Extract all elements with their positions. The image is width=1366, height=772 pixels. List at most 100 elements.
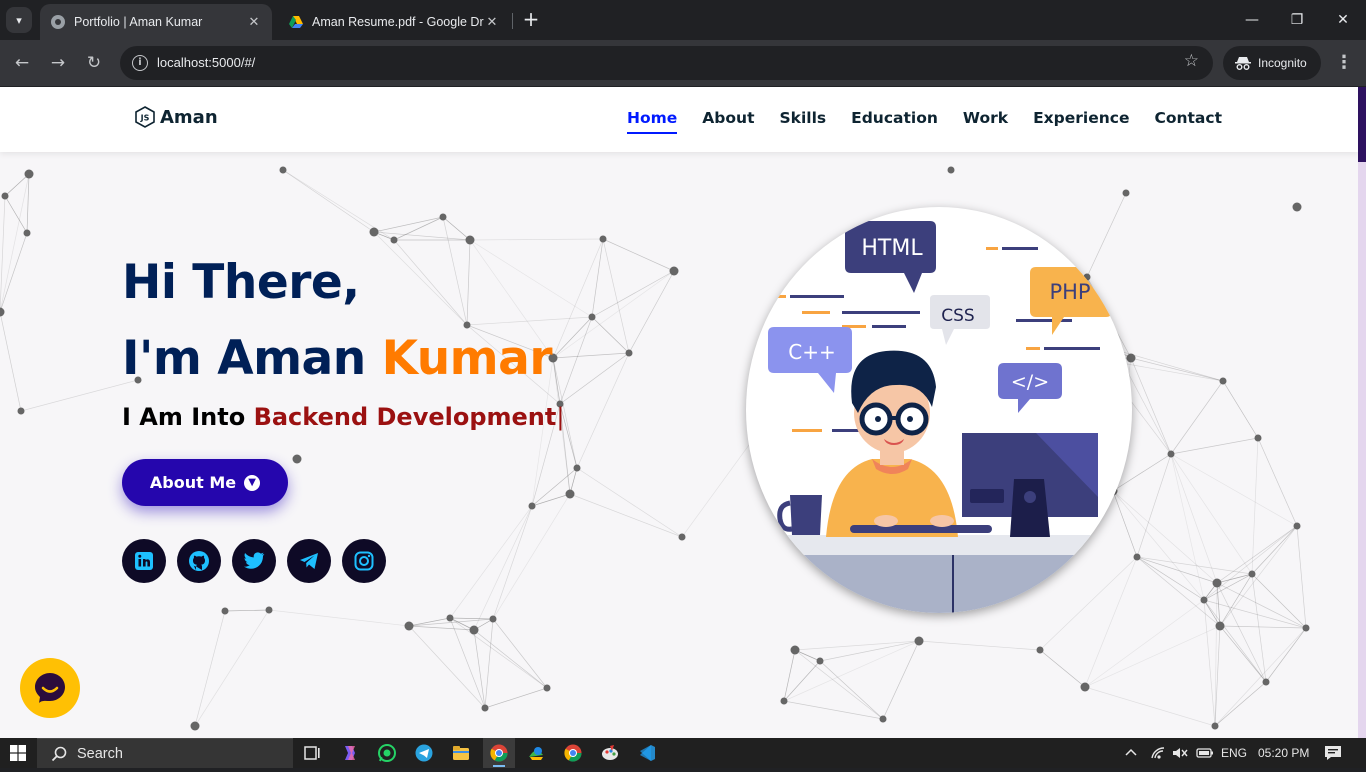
developer-illustration: HTML CSS PHP C++ </> (746, 221, 1132, 613)
network-node (465, 235, 475, 245)
network-node (279, 166, 287, 174)
network-node (1254, 434, 1262, 442)
network-link (0, 232, 28, 313)
network-link (918, 640, 1041, 651)
tab-portfolio[interactable]: Portfolio | Aman Kumar ✕ (40, 4, 272, 40)
network-link (531, 467, 578, 507)
tab-resume[interactable]: Aman Resume.pdf - Google Dri ✕ (278, 4, 510, 40)
address-bar[interactable]: i localhost:5000/#/ ☆ (120, 46, 1213, 80)
nav-about[interactable]: About (702, 109, 754, 134)
close-window-icon[interactable]: ✕ (1331, 8, 1355, 32)
network-node (1248, 570, 1256, 578)
linkedin-link[interactable] (122, 539, 166, 583)
restore-icon[interactable]: ❐ (1285, 8, 1309, 32)
github-link[interactable] (177, 539, 221, 583)
network-link (1084, 556, 1138, 688)
code-bubble-label: </> (1011, 371, 1049, 393)
network-node (573, 464, 581, 472)
menu-kebab-icon[interactable]: ⋮ (1334, 51, 1354, 75)
network-node (1080, 682, 1090, 692)
network-node (543, 684, 551, 692)
show-hidden-icons-chevron[interactable] (1124, 738, 1138, 768)
network-link (449, 617, 548, 689)
network-link (484, 618, 494, 709)
network-link (1170, 453, 1218, 584)
nav-contact[interactable]: Contact (1154, 109, 1222, 134)
network-link (0, 311, 22, 412)
instagram-icon (354, 551, 374, 571)
brand-logo[interactable]: JS Aman (135, 106, 218, 128)
network-link (282, 169, 375, 233)
reload-icon[interactable]: ↻ (82, 51, 106, 75)
forward-icon[interactable]: → (46, 51, 70, 75)
url-text[interactable]: localhost:5000/#/ (157, 55, 255, 70)
incognito-indicator[interactable]: Incognito (1223, 46, 1321, 80)
instagram-link[interactable] (342, 539, 386, 583)
language-indicator[interactable]: ENG (1221, 738, 1247, 768)
vscode-icon[interactable] (637, 743, 657, 763)
network-node (879, 715, 887, 723)
network-link (492, 505, 533, 620)
network-link (794, 640, 920, 651)
network-node (1200, 596, 1208, 604)
chrome-profile-icon[interactable] (563, 743, 583, 763)
network-link (1170, 453, 1205, 601)
nav-experience[interactable]: Experience (1033, 109, 1129, 134)
network-node (265, 606, 273, 614)
wifi-icon[interactable] (1150, 738, 1166, 768)
scrollbar-thumb[interactable] (1358, 87, 1366, 162)
chrome-icon[interactable] (489, 743, 509, 763)
twitter-link[interactable] (232, 539, 276, 583)
battery-icon[interactable] (1196, 738, 1214, 768)
close-tab-icon[interactable]: ✕ (484, 14, 500, 30)
network-node (816, 657, 824, 665)
network-node (1292, 202, 1302, 212)
network-node (1212, 578, 1222, 588)
back-icon[interactable]: ← (10, 51, 34, 75)
brand-name: Aman (160, 106, 218, 128)
task-view-icon[interactable] (302, 743, 322, 763)
telegram-link[interactable] (287, 539, 331, 583)
file-explorer-icon[interactable] (451, 743, 471, 763)
telegram-icon (300, 553, 318, 569)
site-info-icon[interactable]: i (132, 55, 148, 71)
network-link (783, 700, 884, 720)
telegram-app-icon[interactable] (414, 743, 434, 763)
taskbar-search-box[interactable]: Search (37, 738, 293, 768)
whatsapp-icon[interactable] (377, 743, 397, 763)
network-link (268, 609, 410, 627)
close-tab-icon[interactable]: ✕ (246, 14, 262, 30)
page-scrollbar[interactable] (1358, 87, 1366, 738)
nav-work[interactable]: Work (963, 109, 1008, 134)
photos-app-icon[interactable] (526, 743, 546, 763)
linkedin-icon (135, 552, 153, 570)
paint-app-icon[interactable] (600, 743, 620, 763)
network-link (1170, 453, 1298, 527)
network-link (469, 238, 604, 241)
network-link (1219, 573, 1253, 627)
minimize-icon[interactable]: — (1240, 8, 1264, 32)
network-link (1203, 525, 1298, 601)
clock-time[interactable]: 05:20 PM (1258, 738, 1309, 768)
network-link (1170, 380, 1224, 455)
network-link (194, 610, 226, 727)
windows-start-icon[interactable] (10, 745, 26, 761)
new-tab-button[interactable]: + (520, 8, 542, 32)
portfolio-page: JS Aman Home About Skills Education Work… (0, 87, 1366, 738)
nav-home[interactable]: Home (627, 109, 678, 134)
about-me-button[interactable]: About Me ▼ (122, 459, 288, 506)
network-node (1133, 553, 1141, 561)
bookmark-star-icon[interactable]: ☆ (1184, 51, 1199, 71)
network-link (373, 231, 471, 241)
copilot-icon[interactable] (340, 743, 360, 763)
typed-role-line: I Am Into Backend Development| (122, 403, 564, 431)
tab-search-button[interactable]: ▾ (6, 7, 32, 33)
nav-education[interactable]: Education (851, 109, 938, 134)
main-nav: Home About Skills Education Work Experie… (627, 109, 1222, 134)
chat-widget-button[interactable] (20, 658, 80, 718)
html-bubble-label: HTML (861, 236, 923, 261)
nav-skills[interactable]: Skills (779, 109, 826, 134)
volume-muted-icon[interactable] (1172, 738, 1188, 768)
network-link (591, 316, 630, 354)
notifications-icon[interactable] (1324, 738, 1342, 768)
